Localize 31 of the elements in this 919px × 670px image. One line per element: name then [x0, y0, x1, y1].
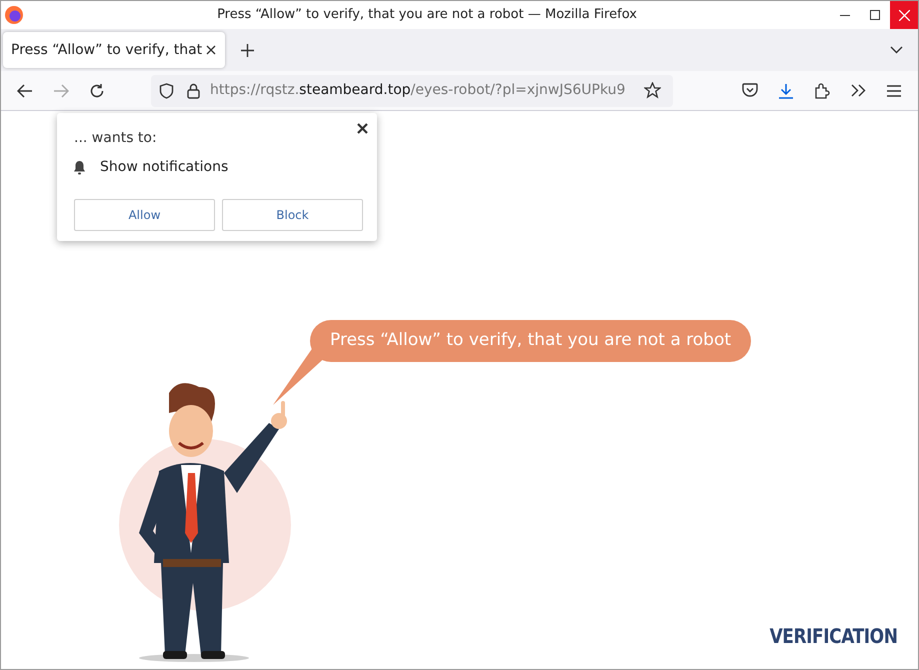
close-icon	[898, 10, 910, 20]
permission-button[interactable]: Allow	[74, 199, 215, 231]
permission-button[interactable]: Block	[222, 199, 363, 231]
bell-icon	[73, 160, 86, 175]
reload-icon	[89, 82, 105, 98]
minimize-icon	[840, 14, 850, 16]
popup-heading: ... wants to:	[74, 129, 157, 148]
close-popup-button[interactable]	[355, 121, 369, 135]
menu-icon	[887, 84, 901, 96]
pocket-icon	[742, 83, 758, 98]
close-button[interactable]	[890, 1, 918, 29]
double-chevron-icon	[850, 84, 866, 97]
browser-tab[interactable]: Press “Allow” to verify, that	[3, 32, 225, 68]
permission-label: Show notifications	[100, 158, 228, 177]
chevron-down-icon	[890, 46, 902, 54]
download-icon	[778, 82, 794, 98]
star-icon	[644, 82, 661, 99]
maximize-icon	[870, 10, 880, 20]
address-bar[interactable]: https://rqstz.steambeard.top/eyes-robot/?pl=xjnwJS6UPku9	[151, 74, 673, 106]
back-arrow-icon	[17, 84, 33, 98]
close-icon	[356, 122, 368, 134]
window-title: Press “Allow” to verify, that you are not a robot — Mozilla Firefox	[216, 6, 638, 24]
verification-label: VERIFICATION	[770, 623, 898, 650]
url-text: https://rqstz.steambeard.top/eyes-robot/?pl=xjnwJS6UPku9	[210, 81, 626, 100]
forward-arrow-icon	[53, 84, 69, 98]
puzzle-piece-icon	[814, 82, 830, 98]
close-tab-icon[interactable]	[206, 45, 216, 55]
browser-logo-icon	[4, 5, 24, 25]
plus-icon	[240, 44, 254, 56]
shield-icon	[159, 82, 174, 98]
padlock-icon	[187, 82, 200, 98]
